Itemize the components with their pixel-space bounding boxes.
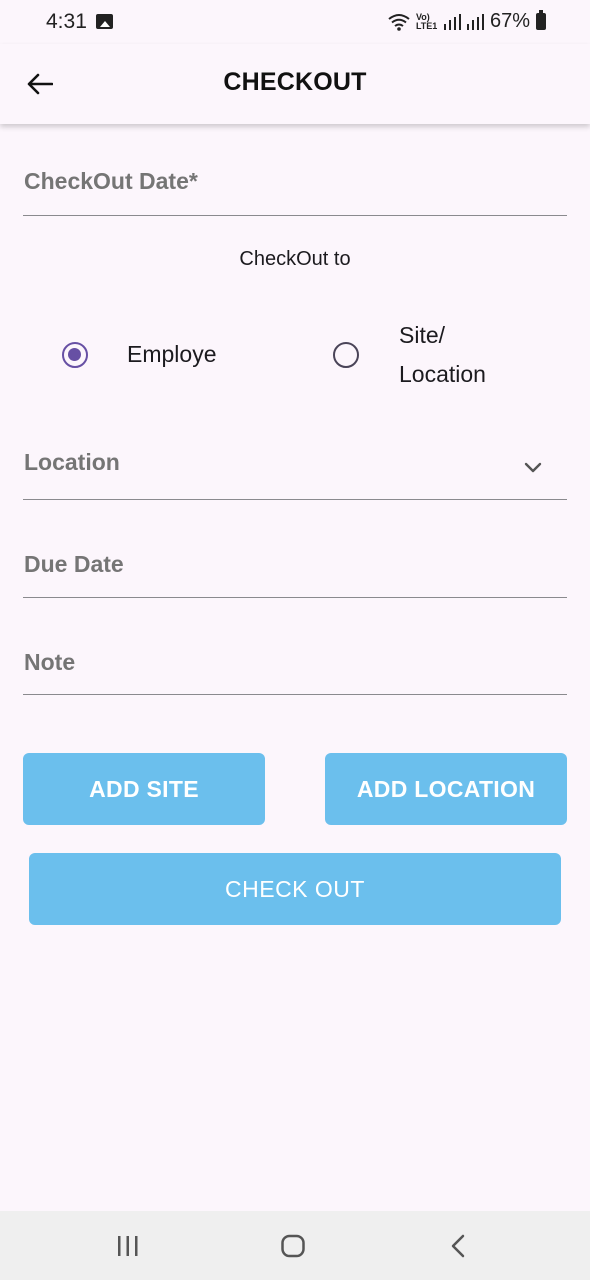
home-icon[interactable]: [280, 1233, 306, 1259]
battery-percent: 67%: [489, 10, 530, 32]
check-out-button[interactable]: CHECK OUT: [29, 853, 561, 925]
volte-icon: Vo) LTE1: [415, 11, 438, 31]
page-title: CHECKOUT: [223, 68, 367, 96]
radio-button-site-location[interactable]: [333, 342, 359, 368]
status-time: 4:31: [46, 10, 87, 33]
checkout-to-label: CheckOut to: [239, 248, 351, 270]
battery-icon: [536, 10, 546, 30]
add-site-button[interactable]: ADD SITE: [23, 753, 265, 825]
signal-icon: [443, 13, 461, 30]
due-date-label: Due Date: [24, 551, 124, 577]
note-label: Note: [24, 649, 76, 675]
wifi-icon: [388, 13, 410, 31]
checkout-date-label: CheckOut Date*: [24, 168, 198, 194]
recent-apps-icon[interactable]: [117, 1233, 139, 1259]
checkout-to-radio-group: Employe Site/ Location: [0, 310, 590, 400]
gallery-notification-icon: [96, 14, 113, 29]
signal-icon-2: [466, 13, 484, 30]
radio-button-employe[interactable]: [62, 342, 88, 368]
checkout-date-field[interactable]: CheckOut Date*: [23, 156, 567, 216]
status-icons: Vo) LTE1 67%: [388, 10, 546, 33]
note-field[interactable]: Note: [23, 635, 567, 695]
status-bar: 4:31 Vo) LTE1 67%: [0, 0, 590, 44]
add-location-button[interactable]: ADD LOCATION: [325, 753, 567, 825]
back-nav-icon[interactable]: [449, 1233, 467, 1259]
radio-label-employe: Employe: [127, 341, 217, 367]
app-bar: CHECKOUT: [0, 44, 590, 124]
location-label: Location: [24, 449, 120, 475]
radio-label-site-location: Site/ Location: [399, 322, 486, 387]
location-dropdown[interactable]: Location: [23, 440, 567, 500]
chevron-down-icon: [524, 462, 542, 473]
due-date-field[interactable]: Due Date: [23, 538, 567, 598]
system-nav-bar: [0, 1211, 590, 1280]
